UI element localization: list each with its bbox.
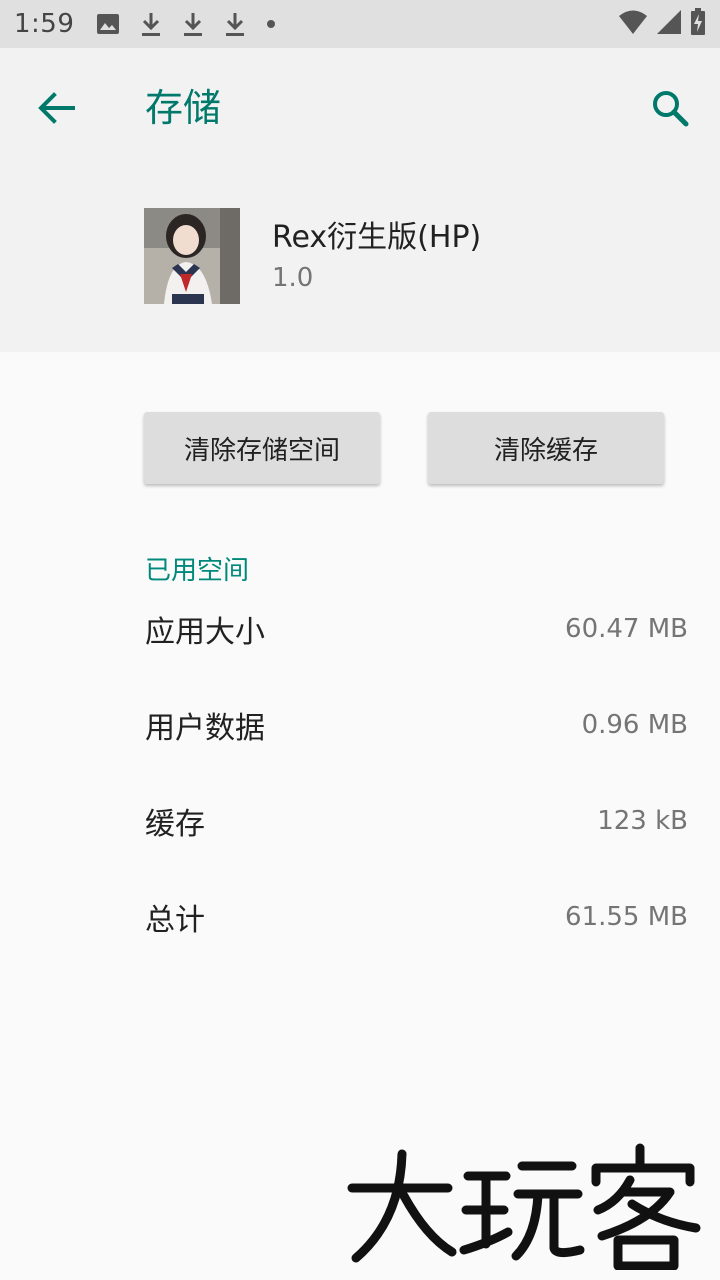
wifi-icon <box>619 10 647 34</box>
clear-cache-button[interactable]: 清除缓存 <box>428 412 664 484</box>
row-label: 缓存 <box>145 807 205 842</box>
page-title: 存储 <box>145 86 222 130</box>
row-value: 61.55 MB <box>565 902 688 932</box>
clear-storage-button[interactable]: 清除存储空间 <box>144 412 380 484</box>
row-value: 123 kB <box>597 806 688 836</box>
section-title-used-space: 已用空间 <box>145 556 250 586</box>
row-value: 0.96 MB <box>581 710 688 740</box>
app-name: Rex衍生版(HP) <box>272 220 482 255</box>
app-icon <box>144 208 240 304</box>
arrow-back-icon <box>38 92 75 124</box>
storage-row-total: 总计 61.55 MB <box>145 892 688 942</box>
search-button[interactable] <box>642 80 698 136</box>
row-label: 总计 <box>145 903 205 938</box>
notification-icons <box>96 11 276 37</box>
system-icons <box>618 8 706 36</box>
search-icon <box>653 91 689 127</box>
app-version: 1.0 <box>272 263 314 293</box>
storage-row-app-size: 应用大小 60.47 MB <box>145 604 688 654</box>
cell-signal-icon <box>657 10 681 34</box>
status-time: 1:59 <box>14 9 75 39</box>
battery-charging-icon <box>691 8 705 35</box>
storage-row-user-data: 用户数据 0.96 MB <box>145 700 688 750</box>
watermark-logo <box>340 1140 710 1271</box>
download-icon <box>142 13 161 36</box>
row-label: 用户数据 <box>145 711 265 746</box>
storage-row-cache: 缓存 123 kB <box>145 796 688 846</box>
image-icon <box>97 14 120 34</box>
row-label: 应用大小 <box>145 615 265 650</box>
download-icon <box>226 13 245 36</box>
row-value: 60.47 MB <box>565 614 688 644</box>
status-bar: 1:59 <box>0 0 720 48</box>
app-header: 存储 Rex衍生版(HP) 1.0 <box>0 48 720 352</box>
dot-icon <box>267 20 276 28</box>
back-button[interactable] <box>30 82 82 134</box>
download-icon <box>184 13 203 36</box>
